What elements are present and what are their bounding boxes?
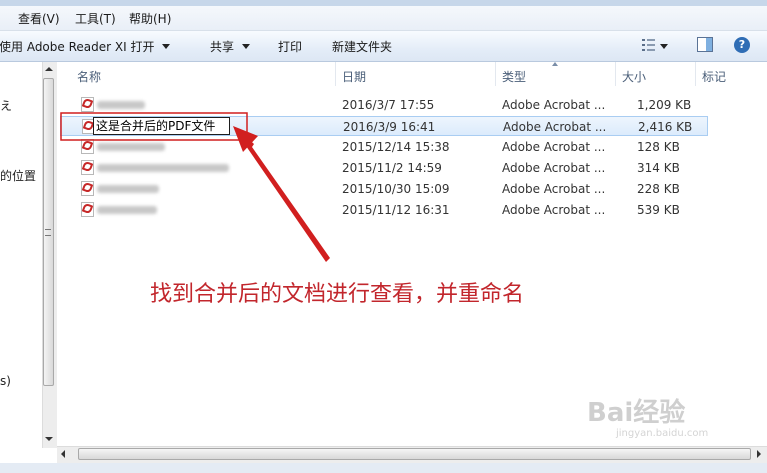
status-bar [0,463,767,473]
highlight-box [60,112,248,141]
scroll-left-icon[interactable] [61,450,65,458]
baidu-watermark: Bai经验 [587,398,686,428]
horizontal-scroll-thumb[interactable] [78,448,751,460]
arrow-shaft [240,131,330,262]
annotation-text: 找到合并后的文档进行查看，并重命名 [150,282,525,307]
scroll-right-icon[interactable] [757,450,761,458]
arrow-head-icon [233,126,258,152]
watermark-url: jingyan.baidu.com [616,428,709,439]
